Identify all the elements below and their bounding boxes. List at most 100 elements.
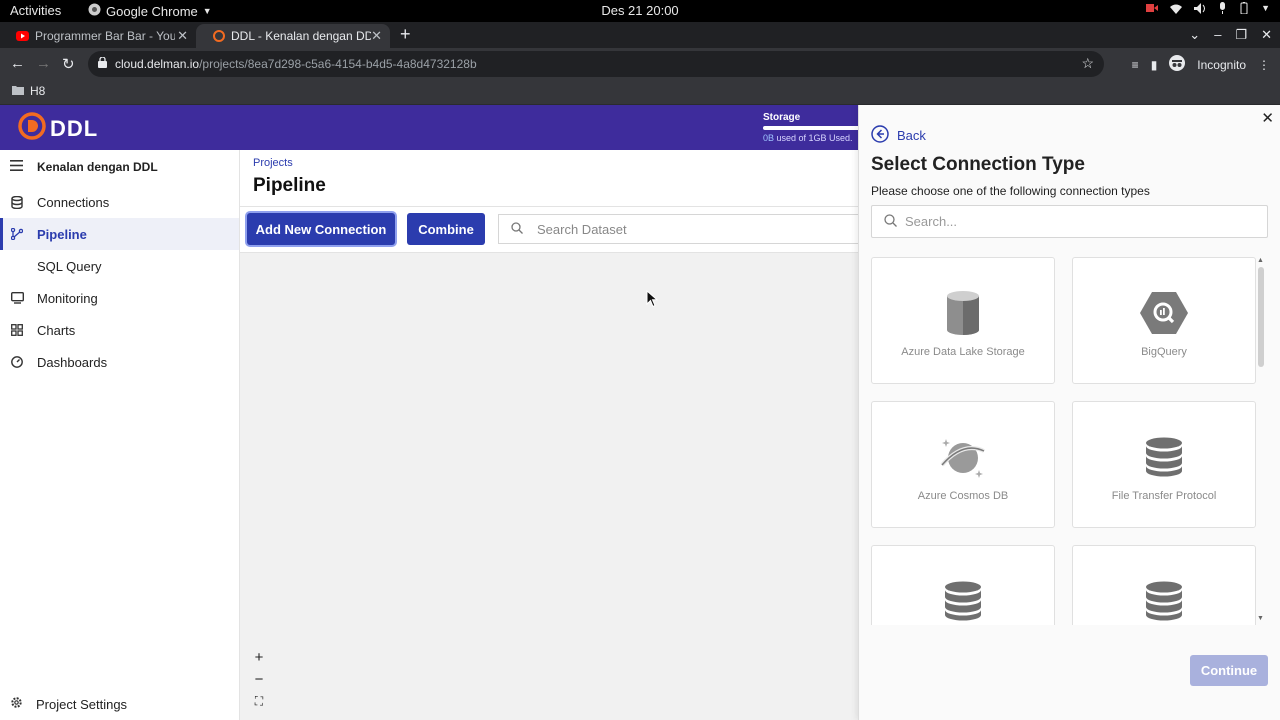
dataset-search-input[interactable]: Search Dataset [498,214,860,244]
panel-subtitle: Please choose one of the following conne… [871,184,1150,198]
add-new-connection-button[interactable]: Add New Connection [247,213,395,245]
app-name: Google Chrome [106,3,198,19]
restore-icon[interactable]: ❐ [1235,27,1247,43]
scroll-down-icon[interactable]: ▼ [1257,615,1264,622]
sidebar-item-sql-query[interactable]: SQL Query [0,250,239,282]
card-database[interactable] [1072,545,1256,625]
camera-icon [1146,3,1159,13]
system-top-bar: Activities Google Chrome ▼ Des 21 20:00 … [0,0,1280,22]
logo-text: DDL [50,116,99,141]
project-settings-link[interactable]: Project Settings [10,696,127,712]
side-panel-icon[interactable]: ▮ [1151,58,1158,72]
url-path: /projects/8ea7d298-c5a6-4154-b4d5-4a8d47… [199,57,477,71]
back-circle-icon [871,125,889,146]
continue-button[interactable]: Continue [1190,655,1268,686]
breadcrumb[interactable]: Projects [253,157,293,169]
microphone-icon [1218,2,1227,14]
sidebar-item-charts[interactable]: Charts [0,314,239,346]
database-icon [938,576,988,625]
sidebar-item-label: Dashboards [37,354,108,370]
sidebar-item-label: Monitoring [37,290,98,306]
sidebar-item-dashboards[interactable]: Dashboards [0,346,239,378]
app-menu[interactable]: Google Chrome ▼ [88,3,212,19]
close-tab-icon[interactable]: ✕ [177,28,188,44]
sidebar-item-label: SQL Query [37,258,102,274]
sidebar-item-monitoring[interactable]: Monitoring [0,282,239,314]
more-menu-icon[interactable]: ⋮ [1258,58,1270,72]
connection-search-input[interactable]: Search... [871,205,1268,238]
scrollbar-thumb[interactable] [1258,267,1264,367]
wifi-icon [1169,3,1183,14]
gauge-icon [10,355,24,369]
combine-button[interactable]: Combine [407,213,485,245]
system-tray[interactable]: ▼ [1146,2,1270,14]
ddl-logo-icon [18,112,46,146]
cosmos-db-icon [938,432,988,482]
tab-search-icon[interactable]: ⌄ [1189,27,1200,43]
card-file-transfer-protocol[interactable]: File Transfer Protocol [1072,401,1256,528]
media-icon[interactable]: ≡ [1132,58,1139,72]
bookmark-folder[interactable]: H8 [12,84,45,98]
close-tab-icon[interactable]: ✕ [371,28,382,44]
main-content: Projects Pipeline Add New Connection Com… [240,150,860,720]
card-azure-data-lake[interactable]: Azure Data Lake Storage [871,257,1055,384]
zoom-in-button[interactable]: + [250,648,268,666]
grid-icon [10,323,24,337]
sidebar-item-label: Charts [37,322,76,338]
scroll-up-icon[interactable]: ▲ [1257,257,1264,264]
card-bigquery[interactable]: BigQuery [1072,257,1256,384]
sidebar-item-label: Connections [37,194,110,210]
address-bar: ← → ↻ cloud.delman.io /projects/8ea7d298… [0,48,1280,80]
card-label: BigQuery [1141,346,1187,358]
url-field[interactable]: cloud.delman.io /projects/8ea7d298-c5a6-… [88,51,1104,77]
tab-title: Programmer Bar Bar - You [35,29,175,43]
sidebar-item-connections[interactable]: Connections [0,186,239,218]
bookmark-star-icon[interactable]: ☆ [1081,55,1094,72]
storage-bar [763,126,863,130]
minimize-icon[interactable]: – [1214,27,1221,43]
sidebar-item-pipeline[interactable]: Pipeline [0,218,239,250]
card-database[interactable] [871,545,1055,625]
azure-datalake-icon [938,288,988,338]
mouse-cursor-icon [646,290,658,308]
divider [240,206,858,207]
card-azure-cosmos-db[interactable]: Azure Cosmos DB [871,401,1055,528]
project-header: Kenalan dengan DDL [10,160,158,174]
back-button[interactable]: Back [871,125,926,146]
fit-view-button[interactable]: ⛶ [250,692,268,710]
sidebar-item-label: Pipeline [37,226,87,242]
caret-down-icon: ▼ [1261,3,1270,13]
card-scrollbar[interactable]: ▲ ▼ [1256,257,1266,625]
zoom-out-button[interactable]: − [250,670,268,688]
bookmarks-bar: H8 [0,80,1280,105]
tab-title: DDL - Kenalan dengan DD [231,29,371,43]
folder-icon [12,84,24,98]
bookmark-folder-label: H8 [30,84,46,98]
storage-title: Storage [763,112,801,123]
back-arrow-icon[interactable]: ← [10,55,25,72]
gear-icon [10,696,23,712]
dataset-search-placeholder: Search Dataset [537,221,627,237]
activities-button[interactable]: Activities [10,3,61,18]
ddl-logo[interactable]: DDL [18,112,98,146]
incognito-label[interactable]: Incognito [1197,58,1246,72]
search-icon [884,213,897,230]
hamburger-menu-icon[interactable] [10,160,23,174]
ddl-icon [212,30,225,43]
app-header: DDL Storage 0B used of 1GB Used. [0,105,863,150]
close-icon[interactable]: ✕ [1261,109,1274,127]
close-window-icon[interactable]: ✕ [1261,27,1272,43]
search-icon [511,221,523,237]
new-tab-icon[interactable]: + [400,24,411,45]
database-icon [10,195,24,209]
incognito-icon [1169,55,1186,74]
forward-arrow-icon[interactable]: → [36,55,51,72]
reload-icon[interactable]: ↻ [62,55,75,73]
tab-ddl[interactable]: DDL - Kenalan dengan DD ✕ [196,24,390,48]
storage-used-rest: used of 1GB Used. [774,133,853,143]
database-icon [1139,432,1189,482]
sidebar: Kenalan dengan DDL Connections Pipeline … [0,150,240,720]
url-host: cloud.delman.io [115,57,200,71]
card-label: Azure Cosmos DB [917,490,1009,502]
tab-youtube[interactable]: Programmer Bar Bar - You ✕ [0,24,196,48]
